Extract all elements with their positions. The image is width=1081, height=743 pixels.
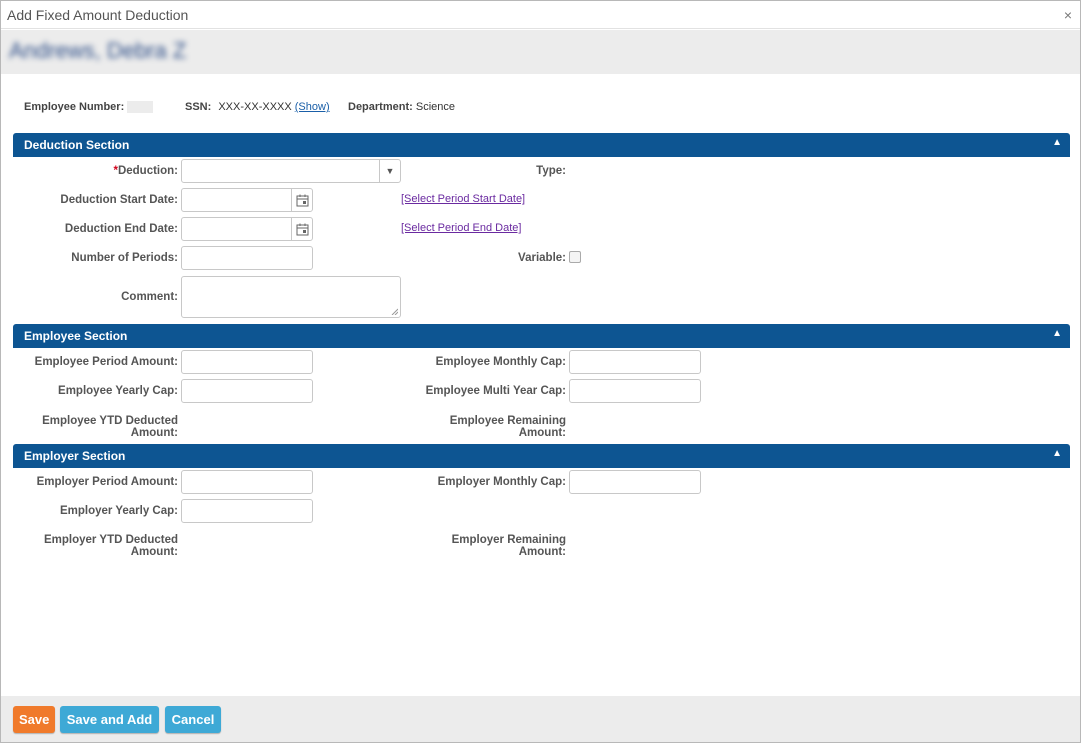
save-and-add-button[interactable]: Save and Add [60, 706, 159, 733]
employee-multi-year-cap-label: Employee Multi Year Cap: [425, 385, 566, 397]
employee-number-redacted [127, 101, 154, 114]
employee-period-amount-input[interactable] [181, 350, 313, 374]
type-label: Type: [536, 165, 566, 177]
department-label: Department: [348, 101, 413, 113]
employee-ytd-label-line2: Amount: [130, 427, 178, 439]
employee-ytd-deducted-label: Employee YTD Deducted Amount: [11, 415, 178, 439]
close-icon[interactable]: × [1064, 7, 1072, 23]
employee-ytd-label-line1: Employee YTD Deducted [42, 415, 178, 427]
employee-monthly-cap-input[interactable] [569, 350, 701, 374]
employee-number-info: Employee Number: [24, 101, 154, 114]
employee-remaining-label: Employee Remaining Amount: [401, 415, 566, 439]
collapse-icon[interactable]: ▲ [1052, 328, 1062, 339]
employer-ytd-label-line2: Amount: [130, 546, 178, 558]
employee-remaining-label-line2: Amount: [518, 427, 566, 439]
deduction-select[interactable]: ▼ [181, 159, 401, 183]
employer-monthly-cap-label: Employer Monthly Cap: [437, 476, 566, 488]
start-date-input[interactable] [181, 188, 313, 212]
employer-ytd-label-line1: Employer YTD Deducted [44, 534, 178, 546]
employee-yearly-cap-input[interactable] [181, 379, 313, 403]
ssn-value: XXX-XX-XXXX [218, 101, 292, 113]
ssn-show-link[interactable]: (Show) [295, 101, 330, 113]
variable-checkbox[interactable] [569, 251, 581, 263]
deduction-section-title: Deduction Section [24, 138, 130, 152]
employer-period-amount-label: Employer Period Amount: [36, 476, 178, 488]
chevron-down-icon[interactable]: ▼ [379, 160, 400, 182]
ssn-info: SSN: XXX-XX-XXXX (Show) [185, 101, 330, 113]
variable-label: Variable: [518, 252, 566, 264]
calendar-icon[interactable] [291, 189, 312, 211]
collapse-icon[interactable]: ▲ [1052, 448, 1062, 459]
employer-remaining-label-line2: Amount: [518, 546, 566, 558]
employer-period-amount-input[interactable] [181, 470, 313, 494]
employer-yearly-cap-label: Employer Yearly Cap: [59, 505, 178, 517]
end-date-input[interactable] [181, 217, 313, 241]
calendar-icon[interactable] [291, 218, 312, 240]
employee-name-bar: Andrews, Debra Z [1, 30, 1080, 74]
employee-yearly-cap-label: Employee Yearly Cap: [58, 385, 178, 397]
dialog-titlebar: Add Fixed Amount Deduction × [1, 1, 1080, 29]
employee-period-amount-label: Employee Period Amount: [34, 356, 178, 368]
ssn-label: SSN: [185, 101, 212, 113]
employee-name: Andrews, Debra Z [9, 38, 187, 63]
employee-remaining-label-line1: Employee Remaining [449, 415, 566, 427]
select-period-start-link[interactable]: [Select Period Start Date] [401, 193, 525, 205]
employer-monthly-cap-input[interactable] [569, 470, 701, 494]
dialog-title: Add Fixed Amount Deduction [7, 7, 189, 23]
add-deduction-dialog: Add Fixed Amount Deduction × Andrews, De… [0, 0, 1081, 743]
employer-yearly-cap-input[interactable] [181, 499, 313, 523]
employer-remaining-label: Employer Remaining Amount: [401, 534, 566, 558]
employer-section-title: Employer Section [24, 449, 126, 463]
employee-number-label: Employee Number: [24, 101, 125, 113]
cancel-button[interactable]: Cancel [165, 706, 221, 733]
deduction-label-text: Deduction: [117, 165, 178, 177]
department-value: Science [415, 101, 455, 113]
start-date-label: Deduction Start Date: [60, 194, 178, 206]
comment-label: Comment: [121, 291, 178, 303]
employee-multi-year-cap-input[interactable] [569, 379, 701, 403]
employee-section-header[interactable]: Employee Section ▲ [13, 324, 1070, 348]
save-button[interactable]: Save [13, 706, 55, 733]
end-date-label: Deduction End Date: [64, 223, 178, 235]
employer-section-header[interactable]: Employer Section ▲ [13, 444, 1070, 468]
number-of-periods-label: Number of Periods: [71, 252, 178, 264]
number-of-periods-input[interactable] [181, 246, 313, 270]
employer-remaining-label-line1: Employer Remaining [451, 534, 566, 546]
collapse-icon[interactable]: ▲ [1052, 137, 1062, 148]
comment-textarea[interactable] [181, 276, 401, 318]
dialog-footer: Save Save and Add Cancel [1, 696, 1080, 742]
deduction-label: *Deduction: [21, 165, 178, 177]
department-info: Department: Science [348, 101, 455, 113]
deduction-section-header[interactable]: Deduction Section ▲ [13, 133, 1070, 157]
employer-ytd-deducted-label: Employer YTD Deducted Amount: [11, 534, 178, 558]
employee-section-title: Employee Section [24, 329, 128, 343]
employee-monthly-cap-label: Employee Monthly Cap: [435, 356, 566, 368]
resize-handle-icon[interactable] [391, 308, 398, 315]
select-period-end-link[interactable]: [Select Period End Date] [401, 222, 521, 234]
